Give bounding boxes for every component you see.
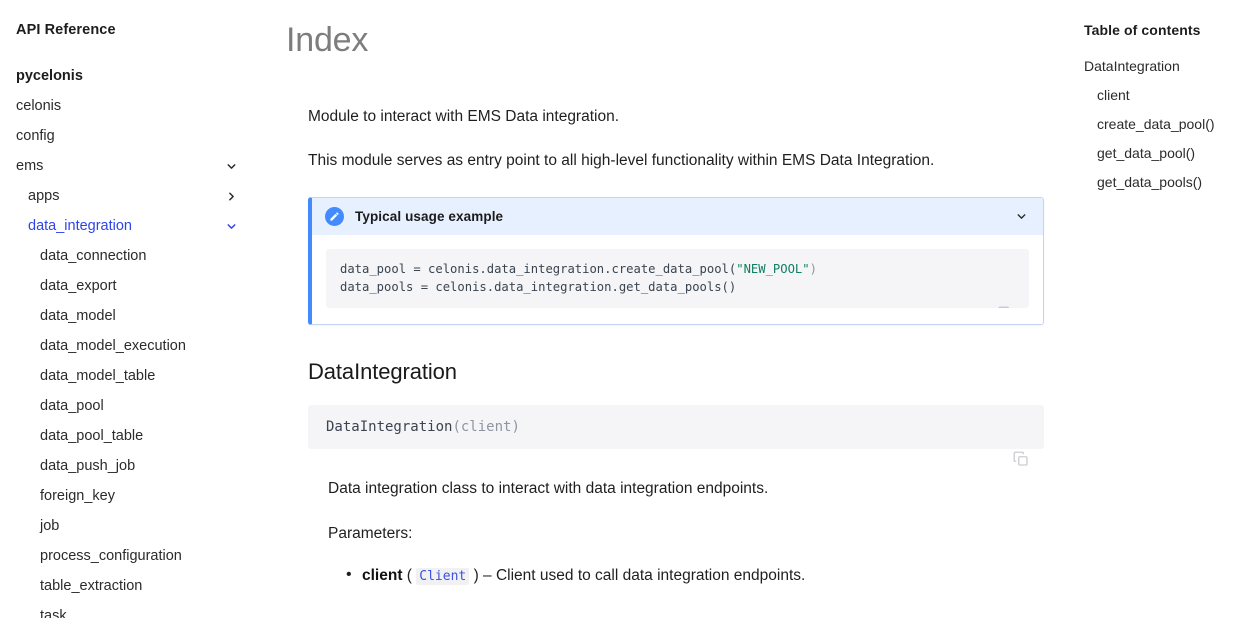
chevron-down-icon[interactable] [224,219,238,233]
sidebar-item-data-connection[interactable]: data_connection [14,241,248,271]
no-icon [224,279,238,293]
parameter-name: client [362,566,403,584]
pencil-circle-icon [325,206,344,226]
toc-item-list: DataIntegration client create_data_pool() g… [1084,52,1236,197]
toc-item-dataintegration[interactable]: DataIntegration [1084,52,1236,81]
signature-code-block: DataIntegration(client) [308,405,1044,466]
section-description: Data integration class to interact with … [328,480,769,498]
parameters-label: Parameters: [328,525,413,543]
chevron-right-icon[interactable] [224,189,238,203]
sidebar-item-label: config [16,128,55,144]
sidebar-item-data-integration[interactable]: data_integration [14,211,248,241]
sidebar-item-label: data_connection [40,248,147,264]
no-icon [224,519,238,533]
parameter-description: – Client used to call data integration e… [478,566,806,584]
intro-paragraph-1: Module to interact with EMS Data integra… [308,107,620,125]
sidebar-item-ems[interactable]: ems [14,151,248,181]
no-icon [224,549,238,563]
toc-item-client[interactable]: client [1084,81,1236,110]
sidebar-item-data-push-job[interactable]: data_push_job [14,451,248,481]
code-line-1-pre: data_pool = celonis.data_integration.cre… [340,261,737,276]
sidebar-item-task[interactable]: task [14,601,248,618]
copy-icon[interactable] [997,270,1015,309]
left-sidebar-nav: API Reference pycelonis celonis config ems a… [0,0,262,618]
intro-paragraph-2: This module serves as entry point to all… [308,151,935,169]
sidebar-item-label: table_extraction [40,578,143,594]
section-heading-dataintegration: DataIntegration [308,359,457,385]
sidebar-item-label: data_pool [40,398,104,414]
sidebar-item-foreign-key[interactable]: foreign_key [14,481,248,511]
no-icon [224,459,238,473]
sidebar-item-data-pool-table[interactable]: data_pool_table [14,421,248,451]
sidebar-item-job[interactable]: job [14,511,248,541]
code-line-1-string: "NEW_POOL" [736,261,810,276]
parameter-open-paren: ( [406,566,412,584]
no-icon [224,489,238,503]
sidebar-item-data-model-table[interactable]: data_model_table [14,361,248,391]
no-icon [224,609,238,618]
sidebar-item-data-model[interactable]: data_model [14,301,248,331]
usage-example-callout: Typical usage example data_pool = celoni… [308,196,1044,326]
copy-icon[interactable] [1012,418,1030,466]
sidebar-item-label: data_integration [28,218,132,234]
sidebar-item-label: data_export [40,278,117,294]
code-line-2: data_pools = celonis.data_integration.ge… [340,279,737,294]
page-title: Index [286,21,369,59]
no-icon [224,579,238,593]
sidebar-item-label: data_model [40,308,116,324]
parameter-type-link[interactable]: Client [416,567,470,585]
main-content: Index Module to interact with EMS Data i… [262,0,1076,618]
sidebar-item-table-extraction[interactable]: table_extraction [14,571,248,601]
sidebar-item-celonis[interactable]: celonis [14,91,248,121]
no-icon [224,99,238,113]
sidebar-item-data-model-execution[interactable]: data_model_execution [14,331,248,361]
toc-item-createdatapool[interactable]: create_data_pool() [1084,110,1236,139]
no-icon [224,69,238,83]
code-line-1-post: ) [809,261,817,276]
sidebar-item-label: ems [16,158,44,174]
table-of-contents: Table of contents DataIntegration client c… [1076,0,1246,618]
toc-title: Table of contents [1084,22,1201,38]
sidebar-item-label: foreign_key [40,488,115,504]
sidebar-item-label: job [40,518,60,534]
sidebar-item-data-pool[interactable]: data_pool [14,391,248,421]
no-icon [224,339,238,353]
sidebar-item-pycelonis[interactable]: pycelonis [14,61,248,91]
no-icon [224,429,238,443]
sidebar-item-label: data_pool_table [40,428,144,444]
no-icon [224,249,238,263]
no-icon [224,309,238,323]
sidebar-item-label: process_configuration [40,548,182,564]
signature-name: DataIntegration [326,419,453,436]
chevron-down-icon[interactable] [224,159,238,173]
sidebar-item-data-export[interactable]: data_export [14,271,248,301]
sidebar-item-label: pycelonis [16,68,83,84]
sidebar-title: API Reference [16,22,116,38]
callout-header[interactable]: Typical usage example [312,197,1043,235]
signature-args: (client) [452,419,520,436]
callout-body: data_pool = celonis.data_integration.cre… [312,234,1043,325]
sidebar-item-label: apps [28,188,60,204]
sidebar-item-label: data_model_table [40,368,156,384]
no-icon [224,129,238,143]
sidebar-item-label: data_push_job [40,458,136,474]
chevron-down-icon[interactable] [1013,208,1029,224]
parameters-list: client ( Client ) – Client used to call … [286,563,1046,587]
sidebar-item-apps[interactable]: apps [14,181,248,211]
documentation-page: API Reference pycelonis celonis config ems a… [0,0,1246,618]
sidebar-item-config[interactable]: config [14,121,248,151]
no-icon [224,399,238,413]
sidebar-item-label: data_model_execution [40,338,186,354]
sidebar-item-label: task [40,608,67,618]
sidebar-item-process-configuration[interactable]: process_configuration [14,541,248,571]
sidebar-item-label: celonis [16,98,62,114]
parameter-item: client ( Client ) – Client used to call … [346,563,1046,587]
sidebar-item-list: pycelonis celonis config ems apps data_integr… [14,61,248,618]
no-icon [224,369,238,383]
toc-item-getdatapools[interactable]: get_data_pools() [1084,168,1236,197]
callout-title: Typical usage example [355,208,504,224]
toc-item-getdatapool[interactable]: get_data_pool() [1084,139,1236,168]
usage-example-code-block: data_pool = celonis.data_integration.cre… [326,248,1029,309]
